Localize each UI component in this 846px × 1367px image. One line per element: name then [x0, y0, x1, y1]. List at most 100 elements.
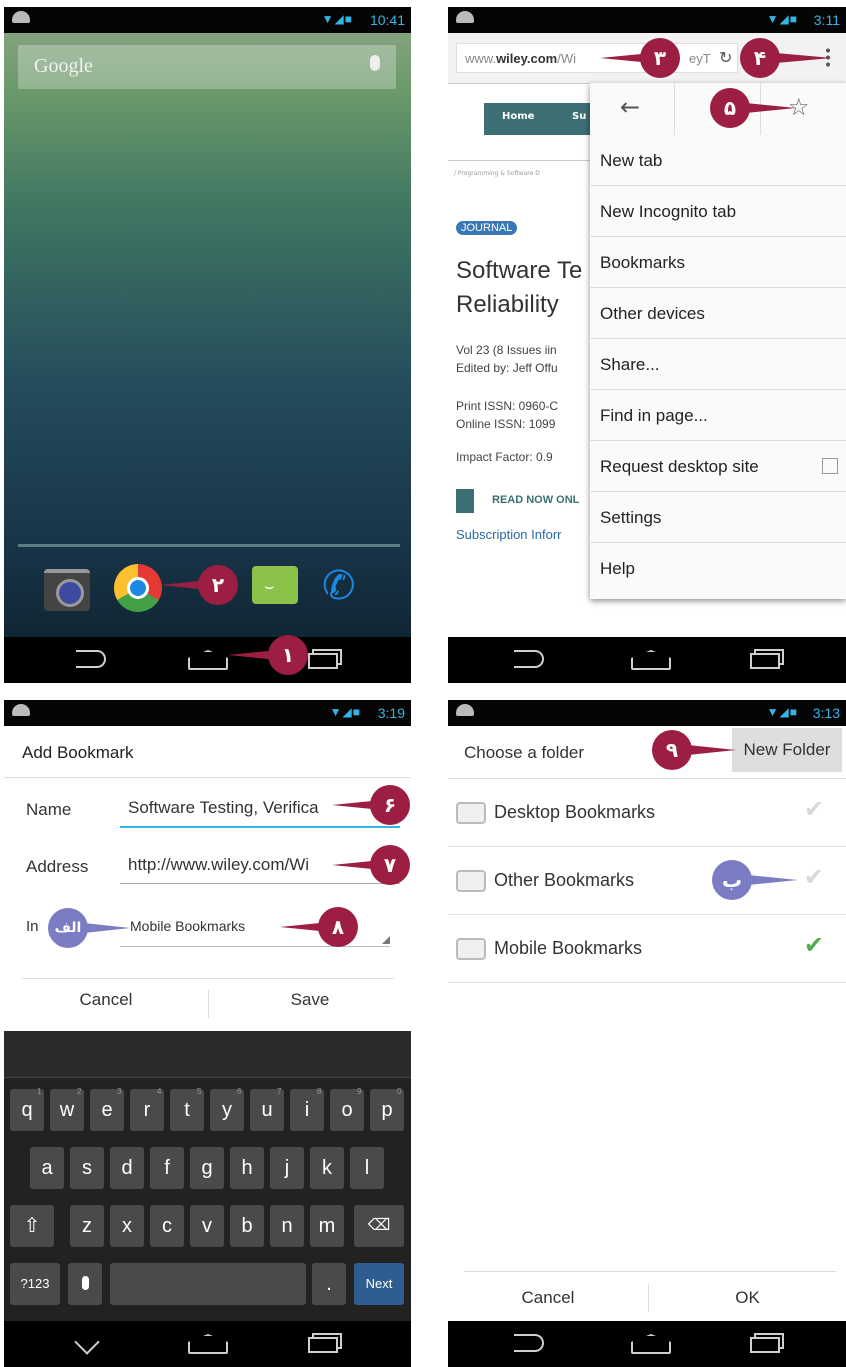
address-label: Address: [26, 857, 89, 876]
menu-bookmarks[interactable]: Bookmarks: [590, 237, 846, 288]
suggestion-strip: [4, 1031, 411, 1078]
key-d[interactable]: d: [110, 1147, 144, 1189]
callout-3: ٣: [600, 38, 684, 78]
menu-share[interactable]: Share...: [590, 339, 846, 390]
next-key[interactable]: Next: [354, 1263, 404, 1305]
cancel-button[interactable]: Cancel: [448, 1288, 648, 1308]
key-f[interactable]: f: [150, 1147, 184, 1189]
edited-text: Edited by: Jeff Offu: [456, 361, 558, 375]
nav-bar: [4, 637, 411, 683]
recent-apps-icon[interactable]: [308, 1337, 338, 1353]
folder-row-mobile[interactable]: Mobile Bookmarks ✔: [448, 915, 846, 983]
clock: 10:41: [369, 12, 405, 28]
folder-row-desktop[interactable]: Desktop Bookmarks ✔: [448, 779, 846, 847]
url-domain: wiley.com: [496, 51, 558, 66]
site-nav-item[interactable]: Su: [572, 111, 586, 122]
recent-apps-icon[interactable]: [308, 653, 338, 669]
shift-key[interactable]: ⇧: [10, 1205, 54, 1247]
callout-2: ٢: [160, 565, 240, 605]
menu-find-in-page[interactable]: Find in page...: [590, 390, 846, 441]
back-icon[interactable]: [514, 1334, 544, 1352]
mic-key[interactable]: [68, 1263, 102, 1305]
menu-new-incognito-tab[interactable]: New Incognito tab: [590, 186, 846, 237]
key-x[interactable]: x: [110, 1205, 144, 1247]
period-key[interactable]: .: [312, 1263, 346, 1305]
button-divider: [22, 978, 394, 979]
url-prefix: www.: [465, 51, 497, 66]
symbols-key[interactable]: ?123: [10, 1263, 60, 1305]
site-nav-home[interactable]: Home: [502, 111, 534, 122]
menu-other-devices[interactable]: Other devices: [590, 288, 846, 339]
check-icon: ✔: [803, 864, 824, 891]
selected-check-icon: ✔: [803, 932, 824, 959]
key-s[interactable]: s: [70, 1147, 104, 1189]
site-nav: Home Su: [484, 103, 604, 135]
save-button[interactable]: Save: [209, 990, 411, 1010]
callout-1: ١: [228, 635, 308, 675]
menu-top-divider: [674, 83, 675, 135]
back-arrow-icon[interactable]: ←: [620, 93, 640, 121]
phone-icon[interactable]: ✆: [322, 563, 356, 609]
callout-7: ٧: [332, 845, 412, 885]
reload-icon[interactable]: ↻: [719, 44, 732, 74]
new-folder-button[interactable]: New Folder: [732, 728, 842, 772]
keyboard: q1w2e3r4t5y6u7i8o9p0 asdfghjkl zxcvbnm ⇧…: [4, 1031, 411, 1321]
camera-icon[interactable]: [44, 569, 90, 611]
key-hint: 8: [317, 1087, 322, 1096]
menu-settings[interactable]: Settings: [590, 492, 846, 543]
home-icon[interactable]: [188, 1334, 228, 1354]
home-icon[interactable]: [631, 650, 671, 670]
recent-apps-icon[interactable]: [750, 653, 780, 669]
key-l[interactable]: l: [350, 1147, 384, 1189]
space-key[interactable]: [110, 1263, 306, 1305]
backspace-key[interactable]: ⌫: [354, 1205, 404, 1247]
recent-apps-icon[interactable]: [750, 1337, 780, 1353]
callout-6: ۶: [332, 785, 412, 825]
dialog-title-divider: [4, 777, 411, 778]
key-g[interactable]: g: [190, 1147, 224, 1189]
callout-5: ۵: [710, 88, 796, 128]
key-h[interactable]: h: [230, 1147, 264, 1189]
key-k[interactable]: k: [310, 1147, 344, 1189]
keyboard-down-icon[interactable]: [74, 1329, 100, 1355]
menu-new-tab[interactable]: New tab: [590, 135, 846, 186]
key-v[interactable]: v: [190, 1205, 224, 1247]
journal-title-2: Reliability: [456, 291, 559, 318]
read-now-link[interactable]: READ NOW ONL: [492, 494, 579, 506]
name-field-value: Software Testing, Verifica: [128, 798, 319, 817]
key-b[interactable]: b: [230, 1205, 264, 1247]
mic-icon[interactable]: [370, 55, 380, 71]
key-z[interactable]: z: [70, 1205, 104, 1247]
google-search-bar[interactable]: Google: [18, 45, 396, 89]
signal-icon: ▼◢■: [766, 705, 798, 719]
home-icon[interactable]: [631, 1334, 671, 1354]
ok-button[interactable]: OK: [649, 1288, 846, 1308]
desktop-site-checkbox[interactable]: [822, 458, 838, 474]
home-icon[interactable]: [188, 650, 228, 670]
callout-4: ۴: [740, 38, 832, 78]
status-bar: ▼◢■ 3:13: [448, 700, 846, 726]
menu-request-desktop-site[interactable]: Request desktop site: [590, 441, 846, 492]
key-c[interactable]: c: [150, 1205, 184, 1247]
back-icon[interactable]: [514, 650, 544, 668]
key-m[interactable]: m: [310, 1205, 344, 1247]
back-icon[interactable]: [76, 650, 106, 668]
subscription-link[interactable]: Subscription Inforr: [456, 527, 562, 542]
key-hint: 6: [237, 1087, 242, 1096]
folder-icon: [456, 870, 486, 892]
key-j[interactable]: j: [270, 1147, 304, 1189]
folder-icon: [456, 802, 486, 824]
chrome-icon[interactable]: [114, 564, 162, 612]
button-divider: [464, 1271, 836, 1272]
signal-icon: ▼◢■: [329, 705, 361, 719]
menu-help[interactable]: Help: [590, 543, 846, 594]
key-a[interactable]: a: [30, 1147, 64, 1189]
menu-request-desktop-label: Request desktop site: [600, 457, 759, 476]
key-n[interactable]: n: [270, 1205, 304, 1247]
android-icon: [12, 11, 30, 23]
address-bar[interactable]: www.wiley.com/Wi eyT ↻: [456, 43, 738, 73]
callout-a: الف: [48, 908, 130, 948]
key-hint: 5: [197, 1087, 202, 1096]
cancel-button[interactable]: Cancel: [4, 990, 208, 1010]
messaging-icon[interactable]: ⌣: [252, 566, 298, 604]
